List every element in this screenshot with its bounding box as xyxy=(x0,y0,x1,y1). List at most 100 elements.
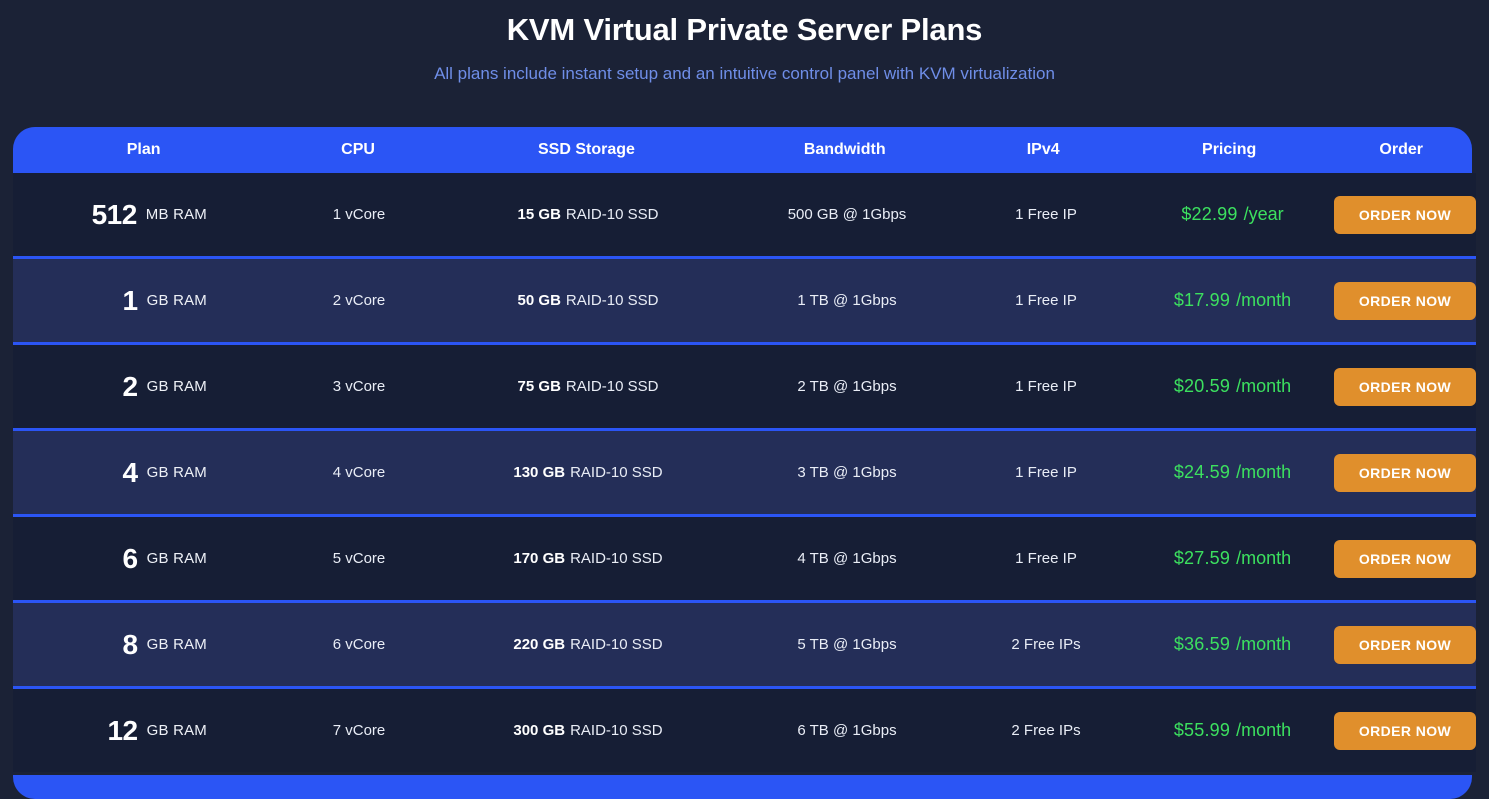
cell-cpu: 4 vCore xyxy=(275,431,443,514)
table-row: 6 GB RAM 5 vCore 170 GB RAID-10 SSD 4 TB @ 1G… xyxy=(13,514,1476,600)
cell-ipv4: 1 Free IP xyxy=(961,431,1131,514)
table-body: 512 MB RAM 1 vCore 15 GB RAID-10 SSD 500 GB @… xyxy=(13,173,1476,772)
column-header-ssd: SSD Storage xyxy=(537,141,635,158)
cell-plan: 2 GB RAM xyxy=(13,370,275,402)
ssd-size: 130 GB xyxy=(513,464,566,481)
table-row: 4 GB RAM 4 vCore 130 GB RAID-10 SSD 3 TB @ 1G… xyxy=(13,428,1476,514)
cell-pricing: $27.59/month xyxy=(1131,517,1334,600)
cell-ipv4: 2 Free IPs xyxy=(961,689,1131,772)
cell-ssd-storage: 130 GB RAID-10 SSD xyxy=(443,431,733,514)
page-title: KVM Virtual Private Server Plans xyxy=(506,12,983,47)
cell-cpu: 1 vCore xyxy=(275,173,443,256)
ssd-type: RAID-10 SSD xyxy=(570,722,663,739)
table-row: 1 GB RAM 2 vCore 50 GB RAID-10 SSD 1 TB @ 1Gb… xyxy=(13,256,1476,342)
cell-ssd-storage: 75 GB RAID-10 SSD xyxy=(443,345,733,428)
cell-pricing: $17.99/month xyxy=(1131,259,1334,342)
cpu-value: 7 vCore xyxy=(332,722,386,739)
plan-ram-unit: GB RAM xyxy=(146,722,207,739)
order-now-button[interactable]: ORDER NOW xyxy=(1334,367,1476,406)
cell-plan: 1 GB RAM xyxy=(13,286,275,315)
cell-pricing: $55.99/month xyxy=(1131,689,1334,772)
ssd-size: 300 GB xyxy=(513,722,566,739)
ipv4-value: 2 Free IPs xyxy=(1011,636,1081,653)
order-now-button[interactable]: ORDER NOW xyxy=(1334,195,1476,234)
price-period: /month xyxy=(1236,634,1292,654)
ssd-size: 220 GB xyxy=(513,636,566,653)
bandwidth-value: 2 TB @ 1Gbps xyxy=(797,378,897,395)
cell-order: ORDER NOW xyxy=(1334,345,1476,428)
price-period: /month xyxy=(1236,720,1292,740)
table-row: 2 GB RAM 3 vCore 75 GB RAID-10 SSD 2 TB @ 1Gb… xyxy=(13,342,1476,428)
cell-ssd-storage: 300 GB RAID-10 SSD xyxy=(443,689,733,772)
cell-cpu: 6 vCore xyxy=(275,603,443,686)
cell-ipv4: 1 Free IP xyxy=(961,345,1131,428)
plan-ram-unit: GB RAM xyxy=(146,292,207,309)
plan-ram-amount: 6 xyxy=(122,542,139,574)
cell-plan: 8 GB RAM xyxy=(13,628,275,660)
cpu-value: 6 vCore xyxy=(332,636,386,653)
plan-ram-amount: 2 xyxy=(122,370,139,402)
cell-ssd-storage: 220 GB RAID-10 SSD xyxy=(443,603,733,686)
plan-ram-amount: 512 xyxy=(91,198,138,230)
cell-cpu: 7 vCore xyxy=(275,689,443,772)
order-now-button[interactable]: ORDER NOW xyxy=(1334,711,1476,750)
column-header-order: Order xyxy=(1379,141,1423,158)
cpu-value: 5 vCore xyxy=(332,550,386,567)
ipv4-value: 1 Free IP xyxy=(1015,292,1077,309)
price-period: /month xyxy=(1236,548,1292,568)
price-amount: $22.99 xyxy=(1181,204,1238,224)
column-header-bandwidth: Bandwidth xyxy=(803,141,886,158)
ipv4-value: 1 Free IP xyxy=(1015,464,1077,481)
plan-ram-amount: 8 xyxy=(122,628,139,660)
price-period: /month xyxy=(1236,376,1292,396)
bandwidth-value: 5 TB @ 1Gbps xyxy=(797,636,897,653)
cell-cpu: 5 vCore xyxy=(275,517,443,600)
table-row: 8 GB RAM 6 vCore 220 GB RAID-10 SSD 5 TB @ 1G… xyxy=(13,600,1476,686)
cell-plan: 12 GB RAM xyxy=(13,714,275,746)
cell-ipv4: 2 Free IPs xyxy=(961,603,1131,686)
cell-order: ORDER NOW xyxy=(1334,259,1476,342)
ipv4-value: 1 Free IP xyxy=(1015,206,1077,223)
price-amount: $20.59 xyxy=(1173,376,1231,396)
cell-bandwidth: 1 TB @ 1Gbps xyxy=(733,259,961,342)
plan-ram-amount: 4 xyxy=(122,456,139,488)
cpu-value: 3 vCore xyxy=(332,378,386,395)
order-now-button[interactable]: ORDER NOW xyxy=(1334,453,1476,492)
plan-ram-unit: GB RAM xyxy=(146,378,207,395)
price-period: /month xyxy=(1236,290,1292,310)
ssd-type: RAID-10 SSD xyxy=(570,550,663,567)
ssd-size: 75 GB xyxy=(517,378,561,395)
price-amount: $55.99 xyxy=(1173,720,1231,740)
cell-ipv4: 1 Free IP xyxy=(961,517,1131,600)
cell-bandwidth: 4 TB @ 1Gbps xyxy=(733,517,961,600)
ipv4-value: 1 Free IP xyxy=(1015,550,1077,567)
cell-order: ORDER NOW xyxy=(1334,173,1476,256)
ssd-type: RAID-10 SSD xyxy=(565,292,659,309)
cell-pricing: $20.59/month xyxy=(1131,345,1334,428)
bandwidth-value: 3 TB @ 1Gbps xyxy=(797,464,897,481)
plan-ram-amount: 12 xyxy=(107,714,138,746)
cell-plan: 512 MB RAM xyxy=(13,198,275,230)
order-now-button[interactable]: ORDER NOW xyxy=(1334,281,1476,320)
price-period: /month xyxy=(1236,462,1292,482)
table-header-row: Plan CPU SSD Storage Bandwidth IPv4 Pric… xyxy=(13,127,1472,173)
cell-bandwidth: 2 TB @ 1Gbps xyxy=(733,345,961,428)
ssd-size: 15 GB xyxy=(517,206,561,223)
ssd-size: 170 GB xyxy=(513,550,566,567)
price-amount: $17.99 xyxy=(1173,290,1231,310)
cell-ssd-storage: 170 GB RAID-10 SSD xyxy=(443,517,733,600)
order-now-button[interactable]: ORDER NOW xyxy=(1334,539,1476,578)
cell-order: ORDER NOW xyxy=(1334,689,1476,772)
price-amount: $27.59 xyxy=(1173,548,1231,568)
column-header-ipv4: IPv4 xyxy=(1026,141,1060,158)
column-header-cpu: CPU xyxy=(341,141,375,158)
ssd-type: RAID-10 SSD xyxy=(570,636,663,653)
order-now-button[interactable]: ORDER NOW xyxy=(1334,625,1476,664)
cell-cpu: 2 vCore xyxy=(275,259,443,342)
ipv4-value: 2 Free IPs xyxy=(1011,722,1081,739)
ssd-size: 50 GB xyxy=(517,292,561,309)
column-header-plan: Plan xyxy=(126,141,161,158)
cell-plan: 4 GB RAM xyxy=(13,456,275,488)
cell-pricing: $36.59/month xyxy=(1131,603,1334,686)
table-footer-bar xyxy=(13,775,1472,799)
